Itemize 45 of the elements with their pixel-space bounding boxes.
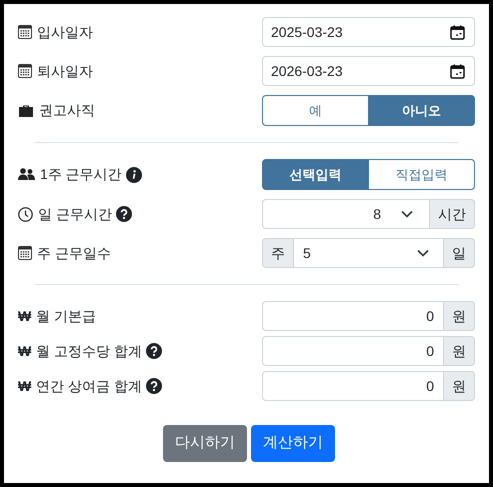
unit-label: 원 <box>444 301 475 331</box>
clock-icon <box>18 206 33 222</box>
field-label: 연간 상여금 합계 <box>36 376 142 396</box>
calendar-icon[interactable] <box>450 64 465 78</box>
calendar-icon <box>18 64 32 78</box>
amount-field[interactable]: 0 <box>262 371 444 401</box>
field-label: 주 근무일수 <box>37 244 111 262</box>
calendar-icon <box>18 25 32 39</box>
chevron-down-icon <box>417 249 429 257</box>
amount-field[interactable]: 0 <box>262 336 444 366</box>
field-label: 1주 근무시간 <box>40 165 122 184</box>
unit-label: 원 <box>444 371 475 401</box>
unit-label: 원 <box>444 336 475 366</box>
toggle-option[interactable]: 아니오 <box>369 95 475 126</box>
help-icon[interactable] <box>116 206 132 222</box>
hours-select[interactable]: 8 <box>262 199 430 229</box>
toggle-option[interactable]: 직접입력 <box>369 159 475 190</box>
won-sign: ₩ <box>18 342 32 360</box>
users-icon <box>18 168 35 181</box>
calendar-icon[interactable] <box>450 24 465 40</box>
field-label: 입사일자 <box>37 22 93 42</box>
calendar-icon <box>18 246 32 260</box>
field-label: 월 고정수당 합계 <box>36 342 142 360</box>
field-label: 권고사직 <box>39 101 95 120</box>
unit-label: 시간 <box>430 199 475 229</box>
field-label: 월 기본급 <box>36 306 96 326</box>
won-sign: ₩ <box>18 376 32 396</box>
won-sign: ₩ <box>18 306 32 326</box>
toggle-option[interactable]: 선택입력 <box>262 159 369 190</box>
unit-label: 일 <box>444 238 475 268</box>
toggle-option[interactable]: 예 <box>262 95 369 126</box>
chevron-down-icon <box>401 210 413 218</box>
unit-label: 주 <box>262 238 294 268</box>
date-field[interactable]: 2025-03-23 <box>262 17 475 47</box>
field-label: 일 근무시간 <box>38 204 112 224</box>
briefcase-icon <box>18 104 34 118</box>
amount-field[interactable]: 0 <box>262 301 444 331</box>
help-icon[interactable] <box>146 378 162 394</box>
calculate-button[interactable]: 계산하기 <box>251 425 335 462</box>
info-icon[interactable] <box>126 166 142 182</box>
days-select[interactable]: 5 <box>294 238 444 268</box>
field-label: 퇴사일자 <box>37 62 93 80</box>
date-field[interactable]: 2026-03-23 <box>262 56 475 86</box>
reset-button[interactable]: 다시하기 <box>163 425 247 462</box>
help-icon[interactable] <box>146 343 162 359</box>
